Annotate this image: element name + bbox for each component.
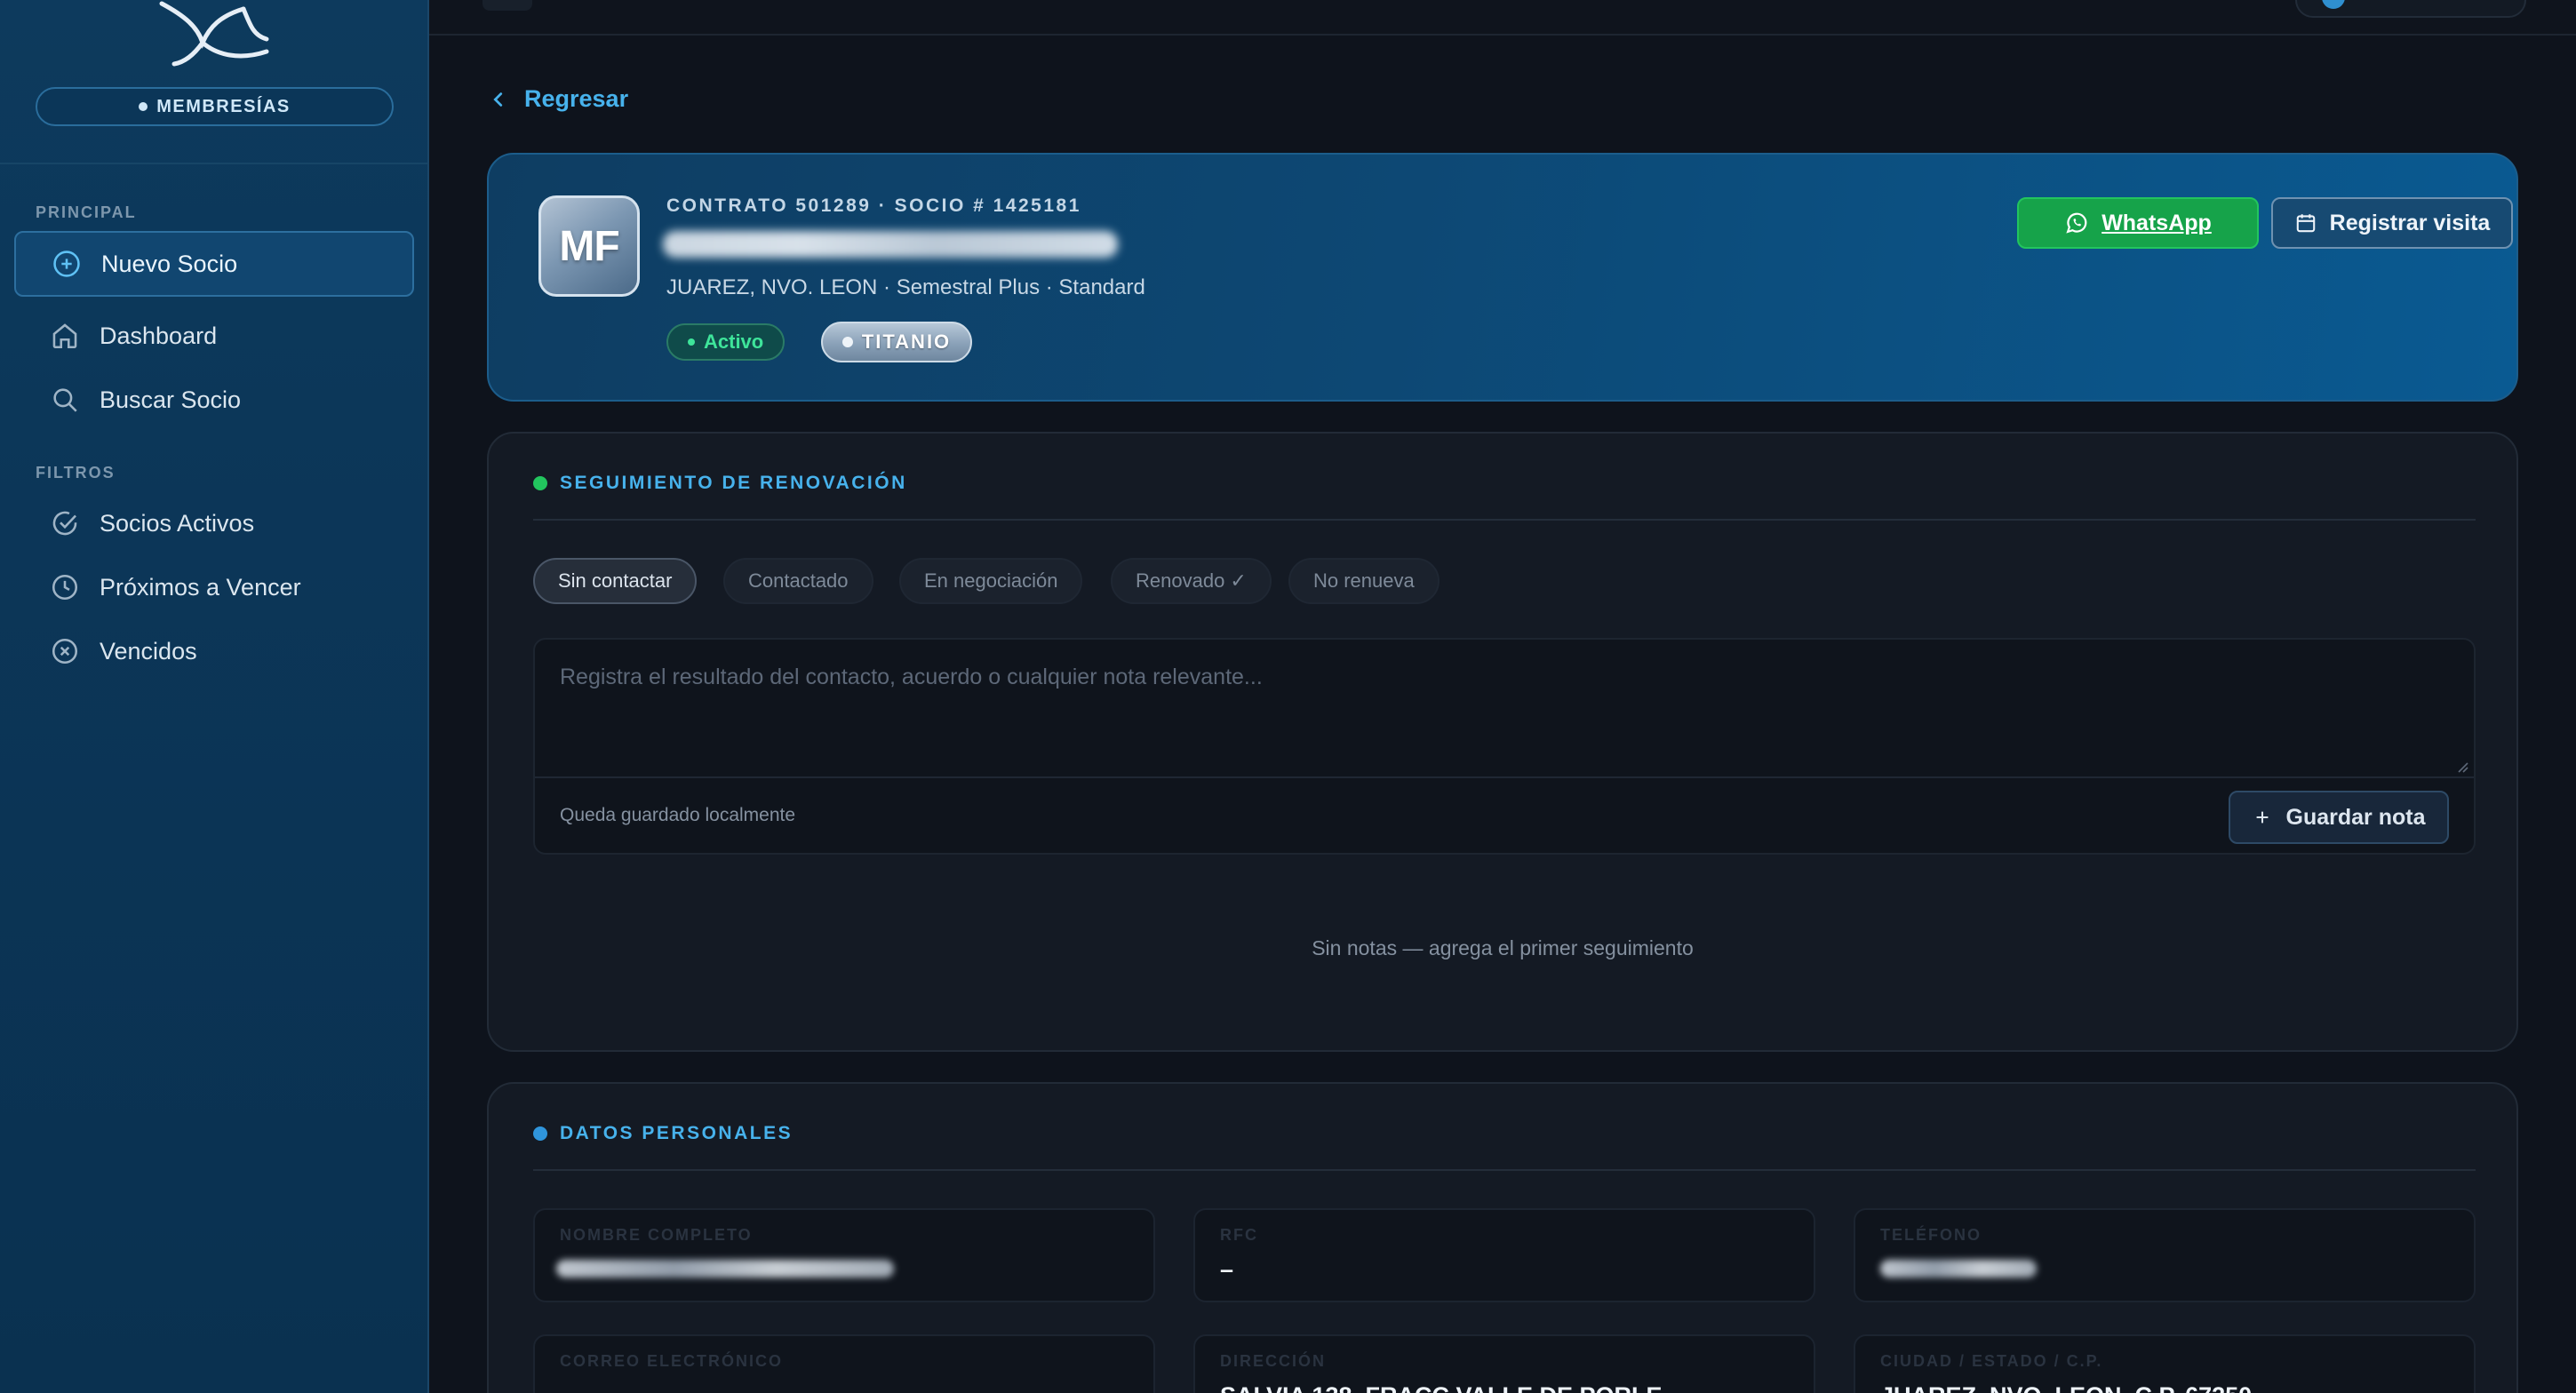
field-label: RFC [1220, 1226, 1258, 1244]
field-value: JUAREZ, NVO. LEON, C.P. 67250 [1880, 1382, 2252, 1393]
member-avatar: MF [538, 195, 640, 297]
panel-divider [533, 519, 2476, 521]
section-label-principal: PRINCIPAL [36, 203, 137, 221]
panel-divider [533, 1169, 2476, 1171]
brand-dot [139, 102, 148, 111]
whatsapp-button-label: WhatsApp [2101, 210, 2212, 235]
status-dot [688, 338, 695, 346]
sidebar-item-buscar-socio[interactable]: Buscar Socio [14, 367, 414, 433]
empty-notes-message: Sin notas — agrega el primer seguimiento [1312, 936, 1694, 959]
sidebar-item-vencidos[interactable]: Vencidos [14, 618, 414, 684]
field-value: SALVIA 138, FRACC VALLE DE PORLE [1220, 1382, 1663, 1393]
sidebar-item-nuevo-socio[interactable]: Nuevo Socio [14, 231, 414, 297]
field-label: CIUDAD / ESTADO / C.P. [1880, 1352, 2103, 1370]
personal-data-panel: DATOS PERSONALES NOMBRE COMPLETO RFC – T… [487, 1082, 2518, 1393]
personal-dot [533, 1126, 547, 1141]
whatsapp-button[interactable]: WhatsApp [2017, 197, 2259, 249]
plus-circle-icon [53, 251, 80, 277]
redacted-value [1880, 1260, 2037, 1278]
renewal-status-dot [533, 476, 547, 490]
sidebar-item-label: Socios Activos [100, 509, 255, 537]
field-label: DIRECCIÓN [1220, 1352, 1327, 1370]
field-rfc: RFC – [1193, 1208, 1815, 1302]
home-icon [52, 323, 77, 349]
field-value: – [1220, 1256, 1234, 1283]
sidebar-item-proximos-a-vencer[interactable]: Próximos a Vencer [14, 554, 414, 620]
renewal-title-text: SEGUIMIENTO DE RENOVACIÓN [560, 473, 907, 493]
x-circle-icon [52, 638, 78, 665]
status-chip-en-negociacion[interactable]: En negociación [899, 558, 1083, 604]
note-footer-divider [535, 776, 2474, 778]
sidebar-item-dashboard[interactable]: Dashboard [14, 303, 414, 369]
status-chip-renovado[interactable]: Renovado ✓ [1111, 558, 1272, 604]
field-label: TELÉFONO [1880, 1226, 1982, 1244]
renewal-tracking-panel: SEGUIMIENTO DE RENOVACIÓN Sin contactar … [487, 432, 2518, 1052]
redacted-value [556, 1260, 894, 1278]
member-header-card: MF CONTRATO 501289 · SOCIO # 1425181 JUA… [487, 153, 2518, 402]
sidebar-item-label: Nuevo Socio [101, 250, 238, 277]
sidebar-item-label: Dashboard [100, 322, 218, 349]
status-chip-no-renueva[interactable]: No renueva [1288, 558, 1440, 604]
note-textarea[interactable] [535, 640, 2474, 776]
sidebar-divider [0, 163, 427, 164]
back-link[interactable]: Regresar [489, 85, 628, 113]
plus-icon [2256, 811, 2268, 824]
top-bar [429, 0, 2576, 36]
user-menu-button[interactable] [2295, 0, 2526, 18]
member-subtitle: JUAREZ, NVO. LEON · Semestral Plus · Sta… [666, 275, 1145, 299]
field-direccion: DIRECCIÓN SALVIA 138, FRACC VALLE DE POR… [1193, 1334, 1815, 1393]
field-correo: CORREO ELECTRÓNICO [533, 1334, 1155, 1393]
status-badge-label: Activo [704, 330, 764, 353]
tier-badge: TITANIO [821, 322, 972, 362]
resize-handle-icon[interactable] [2454, 759, 2468, 773]
saved-locally-hint: Queda guardado localmente [560, 805, 796, 825]
register-visit-label: Registrar visita [2329, 210, 2491, 235]
sidebar-item-socios-activos[interactable]: Socios Activos [14, 490, 414, 556]
field-label: NOMBRE COMPLETO [560, 1226, 753, 1244]
sidebar: MEMBRESÍAS PRINCIPAL Nuevo Socio Dashboa… [0, 0, 429, 1393]
top-bar-menu-button[interactable] [483, 0, 532, 11]
bird-logo-icon[interactable] [158, 0, 274, 69]
calendar-icon [2296, 214, 2315, 233]
check-circle-icon [52, 511, 77, 536]
chevron-left-icon [493, 92, 503, 107]
whatsapp-icon [2066, 212, 2087, 234]
brand-label: MEMBRESÍAS [156, 96, 291, 116]
renewal-panel-title: SEGUIMIENTO DE RENOVACIÓN [533, 473, 907, 494]
section-label-filtros: FILTROS [36, 464, 116, 482]
field-telefono: TELÉFONO [1854, 1208, 2476, 1302]
save-note-label: Guardar nota [2285, 804, 2426, 830]
note-editor: Queda guardado localmente Guardar nota [533, 638, 2476, 855]
field-label: CORREO ELECTRÓNICO [560, 1352, 784, 1370]
status-badge: Activo [666, 323, 786, 361]
tier-dot [841, 337, 853, 347]
tier-badge-label: TITANIO [861, 330, 952, 353]
member-name-redacted [663, 231, 1118, 258]
status-chip-contactado[interactable]: Contactado [723, 558, 873, 604]
personal-title-text: DATOS PERSONALES [560, 1123, 794, 1143]
clock-icon [52, 574, 78, 601]
search-icon [53, 388, 77, 412]
save-note-button[interactable]: Guardar nota [2229, 791, 2449, 844]
membership-brand-pill: MEMBRESÍAS [36, 87, 394, 126]
status-chip-sin-contactar[interactable]: Sin contactar [533, 558, 698, 604]
sidebar-item-label: Buscar Socio [100, 386, 242, 413]
sidebar-item-label: Vencidos [100, 637, 197, 665]
contract-line: CONTRATO 501289 · SOCIO # 1425181 [666, 195, 1081, 216]
sidebar-item-label: Próximos a Vencer [100, 573, 301, 601]
register-visit-button[interactable]: Registrar visita [2271, 197, 2513, 249]
personal-panel-title: DATOS PERSONALES [533, 1123, 793, 1144]
field-ciudad-estado-cp: CIUDAD / ESTADO / C.P. JUAREZ, NVO. LEON… [1854, 1334, 2476, 1393]
back-link-label: Regresar [524, 85, 629, 112]
user-avatar [2322, 0, 2345, 9]
field-nombre-completo: NOMBRE COMPLETO [533, 1208, 1155, 1302]
